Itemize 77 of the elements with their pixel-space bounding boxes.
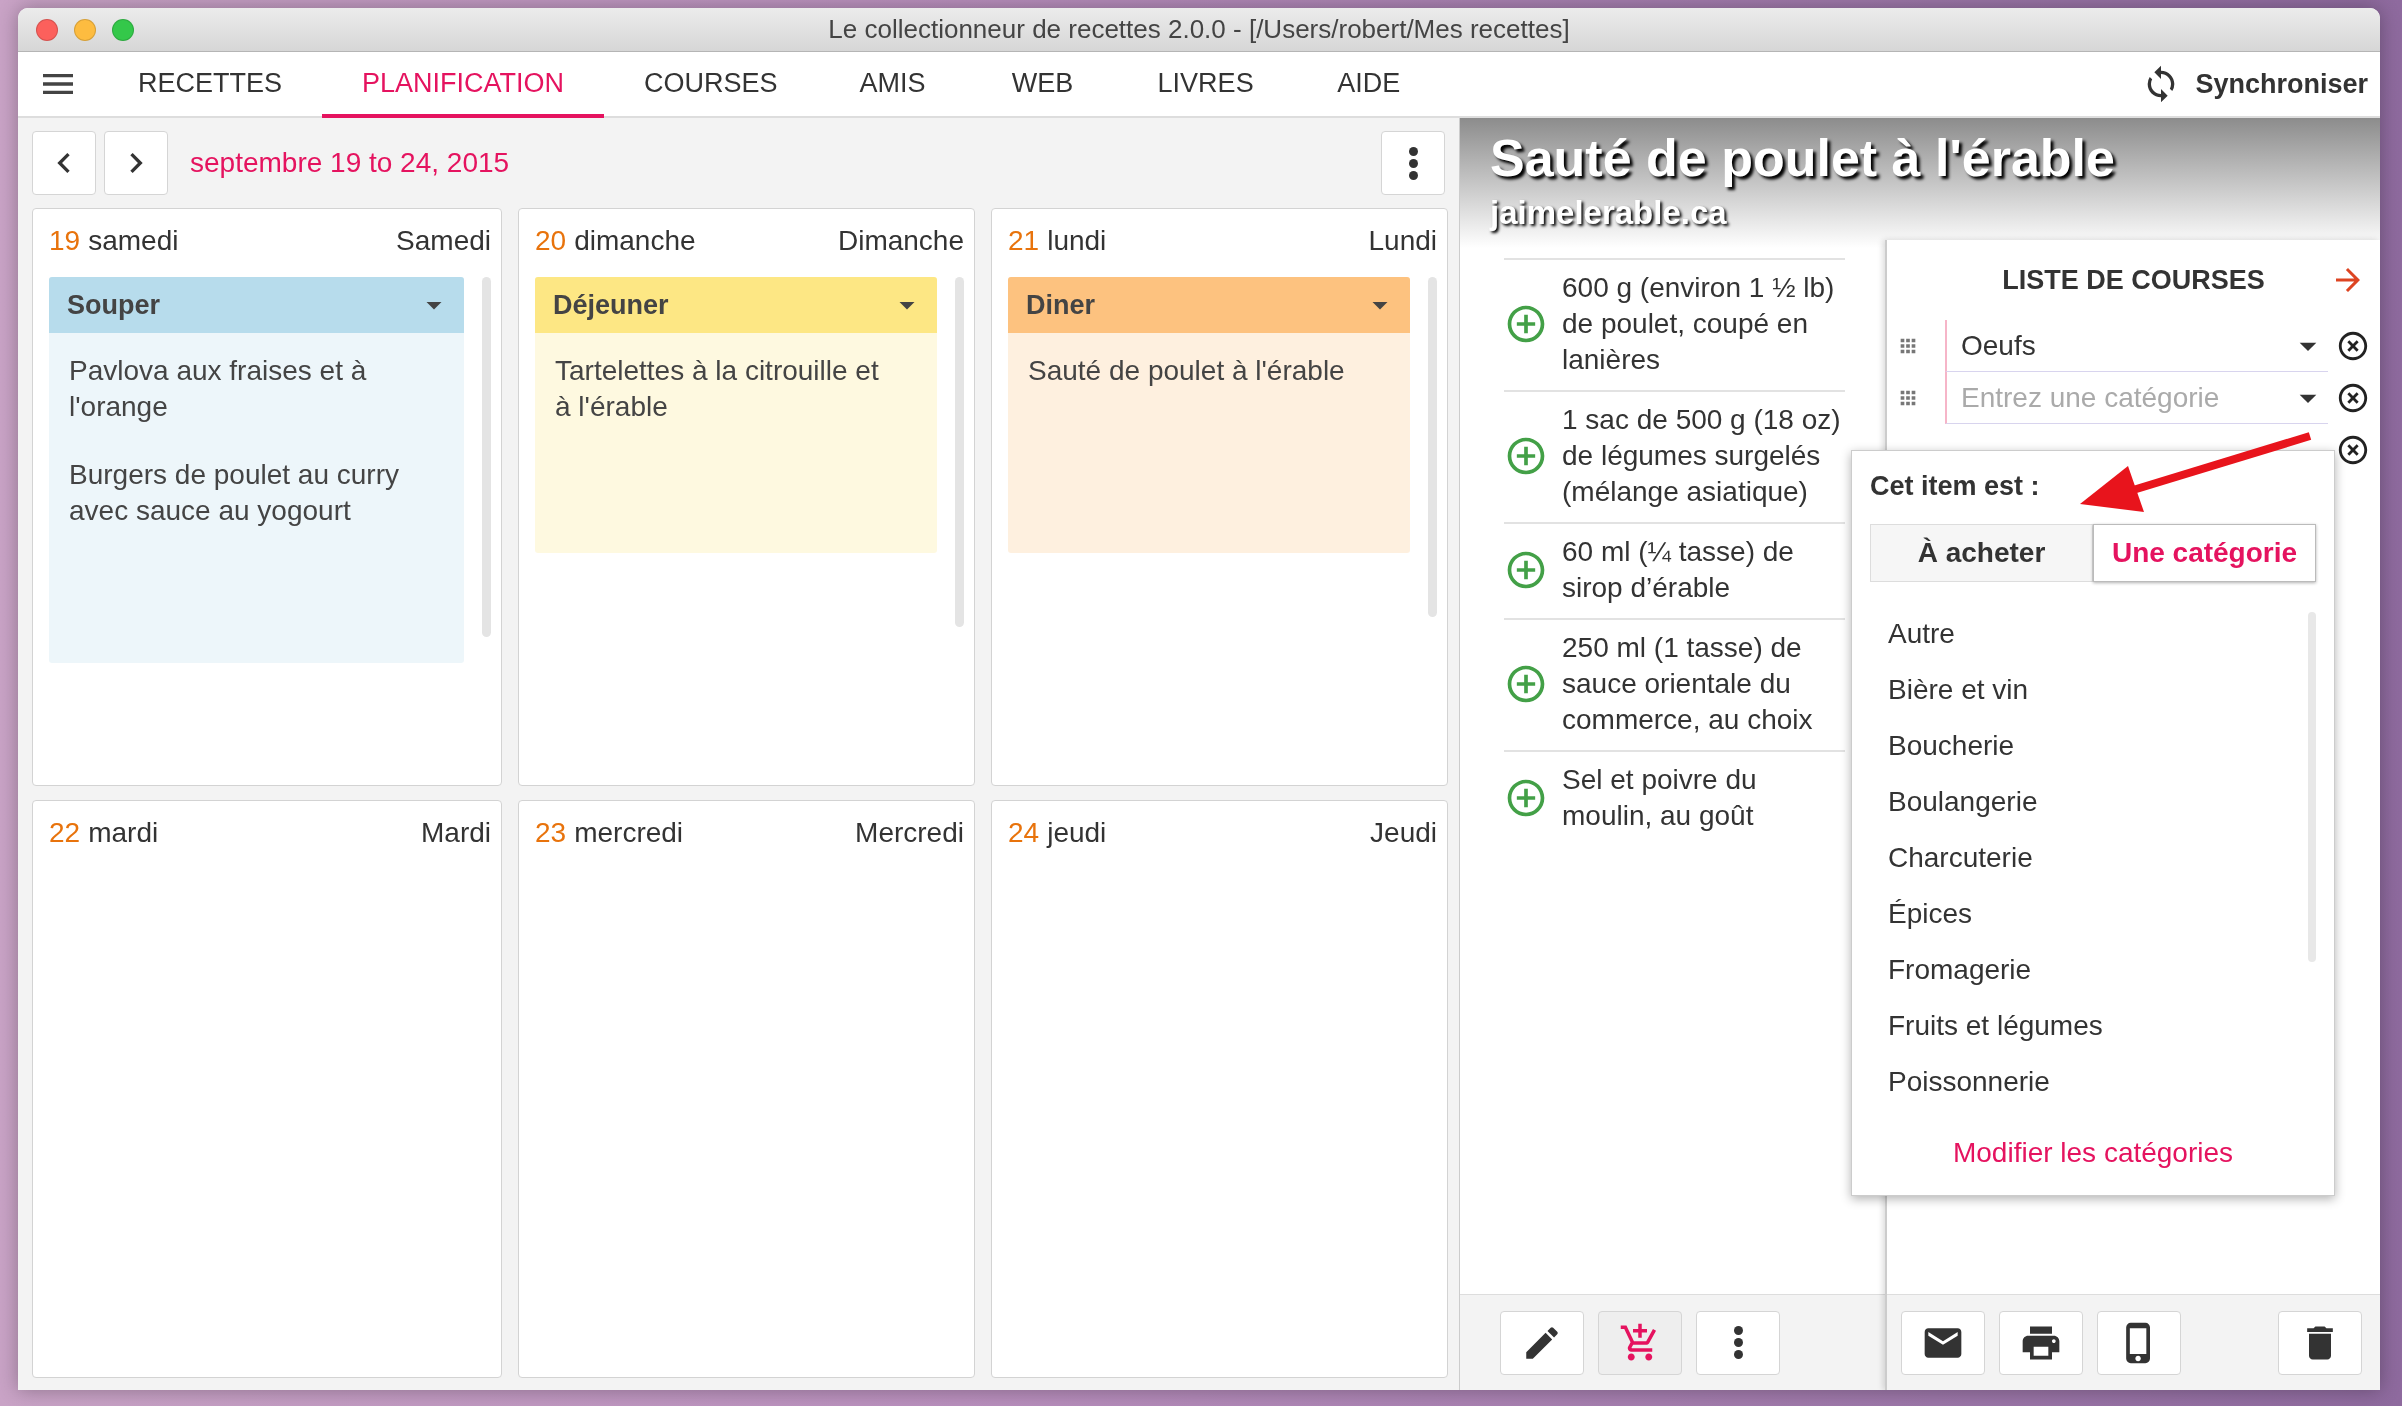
day-name: Jeudi [1370,817,1437,849]
day-number: 24 [1008,817,1040,849]
day-number: 22 [49,817,81,849]
day-number: 21 [1008,225,1040,257]
meal-header[interactable]: Diner [1008,277,1410,333]
more-icon [1408,146,1418,180]
day-number: 20 [535,225,567,257]
remove-icon[interactable] [2336,433,2370,467]
category-item[interactable]: Autre [1870,606,1955,662]
category-field[interactable]: Oeufs [1959,328,2288,363]
nav-tab[interactable]: LIVRES [1117,52,1294,118]
date-range: septembre 19 to 24, 2015 [190,147,511,179]
nav-tab[interactable]: AIDE [1293,52,1444,118]
day-number: 19 [49,225,81,257]
delete-button[interactable] [2278,1310,2362,1375]
day-name: Dimanche [837,225,964,257]
nav-tab[interactable]: AMIS [817,52,968,118]
day-label: mardi [88,817,159,849]
ingredient-text: Sel et poivre du moulin, au goût [1562,763,1758,833]
category-item[interactable]: Fromagerie [1870,942,2032,998]
category-item[interactable]: Charcuterie [1870,830,2033,886]
popup-title: Cet item est : [1870,471,2041,502]
toggle-option[interactable]: À acheter [1870,524,2093,582]
category-item[interactable]: Fruits et légumes [1870,998,2103,1054]
ingredient-text: 1 sac de 500 g (18 oz) de légumes surgelés (mélange asiatique) [1562,403,1842,509]
remove-icon[interactable] [2336,381,2370,415]
day-label: samedi [88,225,179,257]
ingredient-text: 60 ml (¼ tasse) de sirop d’érable [1562,535,1795,605]
nav-tab[interactable]: RECETTES [98,52,323,118]
print-button[interactable] [1999,1310,2083,1375]
edit-button[interactable] [1500,1310,1584,1375]
previous-button[interactable] [32,131,96,195]
day-name: Mardi [421,817,491,849]
category-field[interactable]: Entrez une catégorie [1959,380,2288,415]
category-item[interactable]: Boucherie [1870,718,2015,774]
zoom-button[interactable] [112,19,134,41]
more-button[interactable] [1696,1310,1780,1375]
toggle-option[interactable]: Une catégorie [2093,524,2316,582]
scrollbar[interactable] [482,277,491,637]
email-button[interactable] [1901,1310,1985,1375]
category-item[interactable]: Bière et vin [1870,662,2029,718]
category-item[interactable]: Épices [1870,886,1973,942]
recipe-link[interactable]: Burgers de poulet au curry avec sauce au yogourt [69,457,424,529]
day-number: 23 [535,817,567,849]
meal-header[interactable]: Déjeuner [535,277,937,333]
recipe-title: Sauté de poulet à l'érable [1490,128,2116,188]
window-title: Le collectionneur de recettes 2.0.0 - [/Users/robert/Mes recettes] [828,14,1570,45]
day-name: Mercredi [855,817,964,849]
add-to-cart-button[interactable] [1598,1310,1682,1375]
day-name: Lundi [1368,225,1437,257]
nav-tab[interactable]: WEB [967,52,1118,118]
sync-button[interactable]: Synchroniser [2129,52,2380,116]
day-label: dimanche [574,225,696,257]
recipe-link[interactable]: Pavlova aux fraises et à l'orange [69,353,424,425]
recipe-link[interactable]: Tartelettes à la citrouille et à l'érable [555,353,897,425]
phone-button[interactable] [2097,1310,2181,1375]
meal-header[interactable]: Souper [49,277,464,333]
recipe-link[interactable]: Sauté de poulet à l'érable [1028,353,1370,389]
remove-icon[interactable] [2336,329,2370,363]
close-button[interactable] [36,19,58,41]
edit-categories-link[interactable]: Modifier les catégories [1952,1137,2234,1169]
ingredient-text: 600 g (environ 1 ½ lb) de poulet, coupé en lanières [1562,271,1836,377]
category-item[interactable]: Boulangerie [1870,774,2038,830]
more-button[interactable] [1381,131,1445,195]
day-name: Samedi [396,225,491,257]
shopping-title: LISTE DE COURSES [2002,264,2265,296]
next-button[interactable] [104,131,168,195]
recipe-source: jaimelerable.ca [1490,194,1728,232]
day-label: jeudi [1047,817,1107,849]
day-label: mercredi [574,817,684,849]
nav-tab[interactable]: COURSES [604,52,818,118]
category-item[interactable]: Poissonnerie [1870,1054,2050,1110]
scrollbar[interactable] [1428,277,1437,617]
more-icon [1733,1326,1743,1359]
day-label: lundi [1047,225,1107,257]
scrollbar[interactable] [955,277,964,627]
ingredient-text: 250 ml (1 tasse) de sauce orientale du commerce, au choix [1562,631,1814,737]
